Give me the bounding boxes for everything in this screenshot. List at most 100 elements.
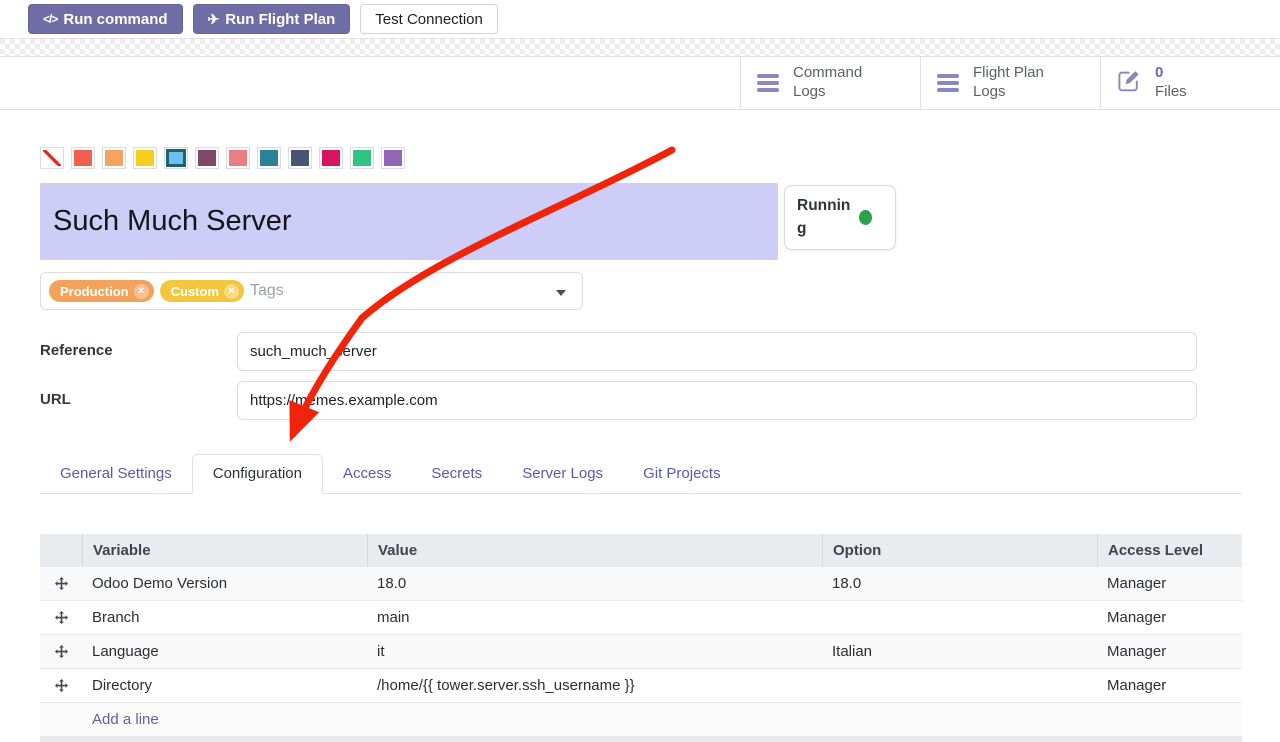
bottom-strip (40, 737, 1242, 742)
status-card: Running (784, 185, 896, 250)
cell-value[interactable]: 18.0 (367, 575, 822, 592)
cell-variable[interactable]: Directory (82, 677, 367, 694)
test-connection-label: Test Connection (375, 11, 483, 28)
handle-column-header (40, 534, 82, 567)
status-running-dot (859, 210, 872, 225)
list-bars-icon (757, 74, 779, 92)
flight-plan-logs-label-line1: Flight Plan (973, 64, 1044, 81)
swatch-color (384, 150, 402, 166)
config-row: Odoo Demo Version 18.0 18.0 Manager (40, 567, 1242, 601)
swatch-color (353, 150, 371, 166)
flight-plan-logs-button[interactable]: Flight Plan Logs (920, 57, 1100, 109)
drag-handle-icon[interactable] (40, 679, 82, 692)
url-input[interactable] (237, 381, 1197, 420)
tags-input[interactable]: Production × Custom × Tags (40, 272, 583, 310)
color-swatch-11[interactable] (381, 147, 405, 169)
color-swatch-5[interactable] (195, 147, 219, 169)
swatch-color (136, 150, 154, 166)
status-label: Running (797, 195, 851, 240)
color-swatch-9[interactable] (319, 147, 343, 169)
add-line-row: Add a line (40, 703, 1242, 737)
title-row: Such Much Server Running (40, 183, 1242, 260)
tab-git-projects[interactable]: Git Projects (623, 455, 741, 493)
drag-handle-icon[interactable] (40, 611, 82, 624)
swatch-color (74, 150, 92, 166)
server-name-text: Such Much Server (53, 205, 292, 238)
plane-icon: ✈ (208, 11, 220, 28)
cell-access-level[interactable]: Manager (1097, 643, 1242, 660)
color-swatch-0[interactable] (40, 147, 64, 169)
server-name-field[interactable]: Such Much Server (40, 183, 778, 260)
cell-value[interactable]: main (367, 609, 822, 626)
cell-access-level[interactable]: Manager (1097, 677, 1242, 694)
run-command-button[interactable]: </> Run command (28, 4, 183, 34)
color-swatch-4[interactable] (164, 147, 188, 169)
swatch-color (260, 150, 278, 166)
color-swatch-2[interactable] (102, 147, 126, 169)
background-separator-strip (0, 38, 1280, 57)
tag-list: Production × Custom × (49, 280, 244, 302)
command-logs-label-line1: Command (793, 64, 862, 81)
color-swatch-6[interactable] (226, 147, 250, 169)
reference-label: Reference (40, 332, 237, 371)
stat-button-bar: Command Logs Flight Plan Logs 0 Files (0, 57, 1280, 110)
edit-pencil-icon (1117, 69, 1141, 98)
tag-label: Production (60, 284, 129, 299)
color-swatch-10[interactable] (350, 147, 374, 169)
color-swatch-1[interactable] (71, 147, 95, 169)
cell-variable[interactable]: Language (82, 643, 367, 660)
command-logs-label-line2: Logs (793, 83, 826, 100)
reference-field-row: Reference (40, 332, 1242, 371)
swatch-color (229, 150, 247, 166)
run-flight-plan-button[interactable]: ✈ Run Flight Plan (193, 4, 351, 34)
table-header-row: Variable Value Option Access Level (40, 534, 1242, 567)
swatch-color (167, 150, 185, 166)
files-button[interactable]: 0 Files (1100, 57, 1280, 109)
test-connection-button[interactable]: Test Connection (360, 4, 498, 34)
color-swatch-8[interactable] (288, 147, 312, 169)
cell-variable[interactable]: Odoo Demo Version (82, 575, 367, 592)
access-level-column-header: Access Level (1097, 534, 1242, 567)
tag-pill[interactable]: Custom × (160, 280, 244, 302)
swatch-color (198, 150, 216, 166)
color-swatch-3[interactable] (133, 147, 157, 169)
tab-general-settings[interactable]: General Settings (40, 455, 192, 493)
code-icon: </> (43, 12, 57, 26)
cell-value[interactable]: it (367, 643, 822, 660)
caret-down-icon[interactable] (556, 290, 566, 296)
table-body: Odoo Demo Version 18.0 18.0 Manager Bran… (40, 567, 1242, 703)
swatch-color (105, 150, 123, 166)
cell-access-level[interactable]: Manager (1097, 609, 1242, 626)
tab-server-logs[interactable]: Server Logs (502, 455, 623, 493)
command-logs-button[interactable]: Command Logs (740, 57, 920, 109)
cell-value[interactable]: /home/{{ tower.server.ssh_username }} (367, 677, 822, 694)
cell-access-level[interactable]: Manager (1097, 575, 1242, 592)
form-sheet: Such Much Server Running Production × Cu… (0, 147, 1280, 742)
color-swatch-7[interactable] (257, 147, 281, 169)
cell-option[interactable]: 18.0 (822, 575, 1097, 592)
action-bar: </> Run command ✈ Run Flight Plan Test C… (0, 0, 1280, 38)
run-flight-plan-label: Run Flight Plan (225, 11, 335, 28)
remove-tag-icon[interactable]: × (134, 284, 149, 299)
run-command-label: Run command (63, 11, 167, 28)
cell-variable[interactable]: Branch (82, 609, 367, 626)
add-a-line-link[interactable]: Add a line (92, 711, 159, 728)
swatch-color (291, 150, 309, 166)
swatch-color (43, 150, 61, 166)
drag-handle-icon[interactable] (40, 577, 82, 590)
tab-access[interactable]: Access (323, 455, 411, 493)
configuration-table: Variable Value Option Access Level Odoo … (40, 534, 1242, 742)
tag-pill[interactable]: Production × (49, 280, 154, 302)
remove-tag-icon[interactable]: × (224, 284, 239, 299)
tab-secrets[interactable]: Secrets (411, 455, 502, 493)
field-group: Reference URL (40, 332, 1242, 420)
files-label: Files (1155, 83, 1187, 100)
reference-input[interactable] (237, 332, 1197, 371)
config-row: Directory /home/{{ tower.server.ssh_user… (40, 669, 1242, 703)
tab-configuration[interactable]: Configuration (192, 454, 323, 494)
files-count: 0 (1155, 64, 1163, 81)
drag-handle-icon[interactable] (40, 645, 82, 658)
list-bars-icon (937, 74, 959, 92)
notebook-tabs: General SettingsConfigurationAccessSecre… (40, 454, 1242, 494)
cell-option[interactable]: Italian (822, 643, 1097, 660)
